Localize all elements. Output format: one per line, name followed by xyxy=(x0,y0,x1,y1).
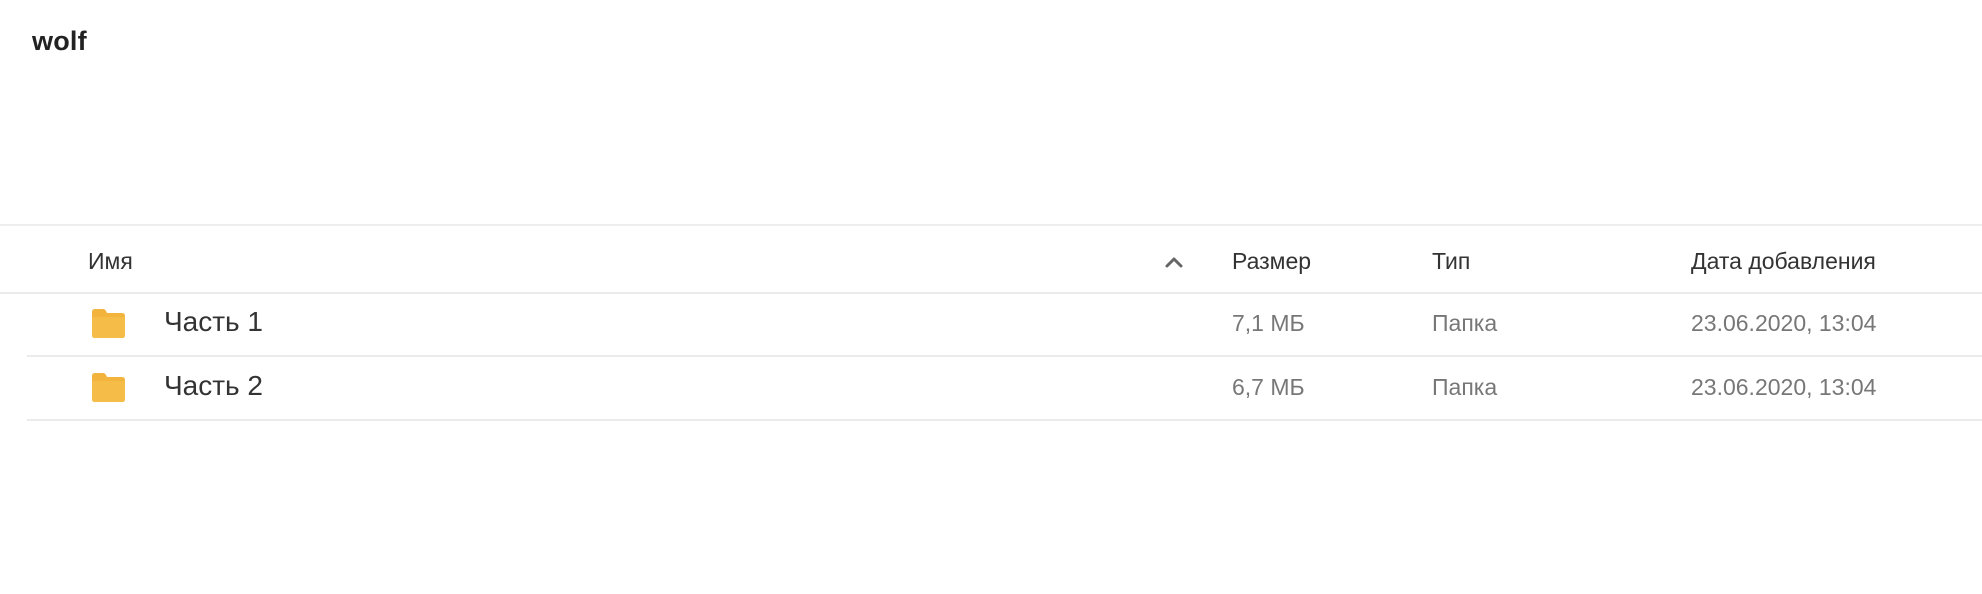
file-type: Папка xyxy=(1432,310,1498,336)
file-size: 7,1 МБ xyxy=(1232,310,1305,336)
file-date: 23.06.2020, 13:04 xyxy=(1691,310,1877,336)
file-size: 6,7 МБ xyxy=(1232,374,1305,400)
column-header-name[interactable]: Имя xyxy=(88,248,133,275)
folder-icon xyxy=(92,373,125,402)
file-name[interactable]: Часть 2 xyxy=(164,370,263,402)
file-browser: wolf Имя Размер Тип Дата добавления Част… xyxy=(0,0,1982,594)
table-row[interactable]: Часть 1 7,1 МБ Папка 23.06.2020, 13:04 xyxy=(27,293,1982,357)
chevron-up-icon[interactable] xyxy=(1162,254,1186,270)
file-name[interactable]: Часть 1 xyxy=(164,306,263,338)
table-row[interactable]: Часть 2 6,7 МБ Папка 23.06.2020, 13:04 xyxy=(27,357,1982,421)
column-header-size[interactable]: Размер xyxy=(1232,248,1311,275)
file-date: 23.06.2020, 13:04 xyxy=(1691,374,1877,400)
column-header-date[interactable]: Дата добавления xyxy=(1691,248,1876,275)
page-title: wolf xyxy=(32,26,87,56)
folder-icon xyxy=(92,309,125,338)
column-header-type[interactable]: Тип xyxy=(1432,248,1470,275)
table-header: Имя Размер Тип Дата добавления xyxy=(0,226,1982,294)
file-type: Папка xyxy=(1432,374,1498,400)
